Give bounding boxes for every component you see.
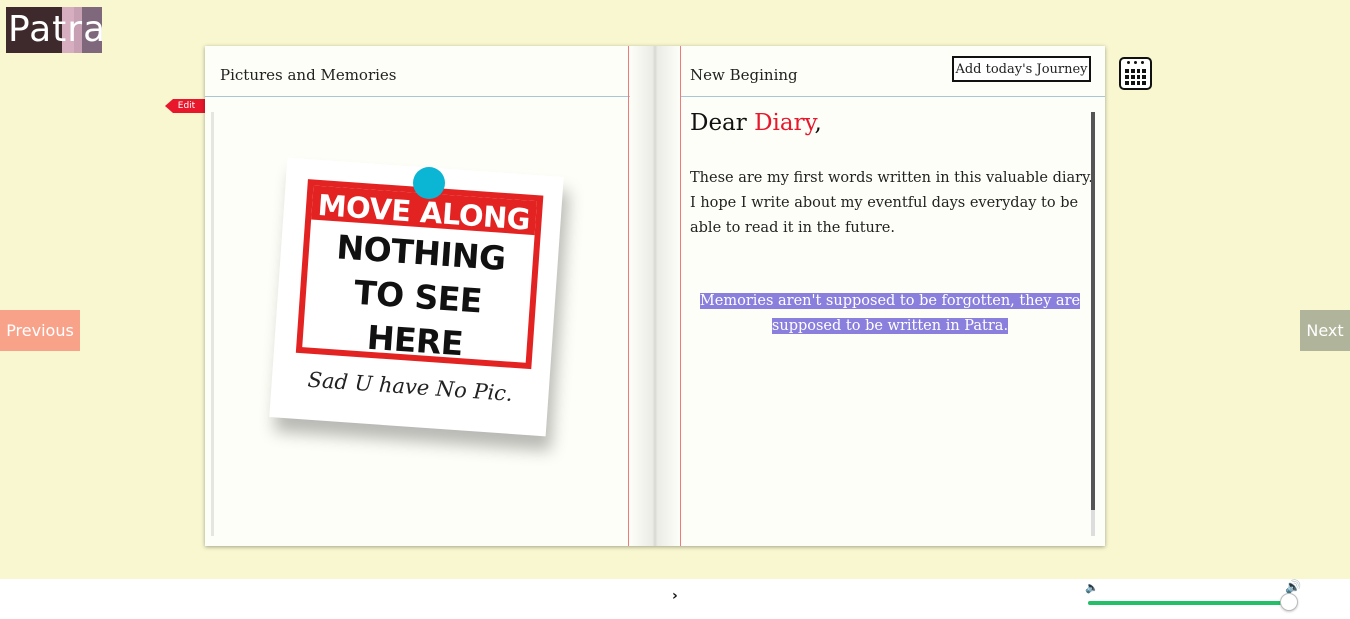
greeting: Dear Diary, — [690, 110, 822, 136]
sign-text: NOTHING TO SEE HERE — [302, 219, 535, 370]
calendar-grid — [1125, 69, 1146, 85]
left-page-scrollbar[interactable] — [211, 112, 214, 536]
greeting-suffix: , — [814, 110, 822, 136]
book-spine — [630, 46, 680, 546]
greeting-accent: Diary — [754, 110, 815, 136]
photo-caption: Sad U have No Pic. — [306, 367, 514, 406]
calendar-header — [1121, 59, 1150, 66]
greeting-prefix: Dear — [690, 110, 755, 136]
calendar-icon[interactable] — [1119, 57, 1152, 90]
logo-text: Patra — [8, 9, 102, 50]
left-page-title: Pictures and Memories — [220, 66, 397, 84]
audio-player-bar: › 🔈 🔊 — [0, 579, 1350, 619]
highlighted-quote: Memories aren't supposed to be forgotten… — [697, 289, 1083, 339]
volume-fill — [1088, 601, 1288, 605]
play-chevron-icon[interactable]: › — [672, 588, 678, 604]
previous-button[interactable]: Previous — [0, 310, 80, 351]
next-button[interactable]: Next — [1300, 310, 1350, 351]
volume-slider-thumb[interactable] — [1280, 593, 1298, 611]
right-page-title: New Begining — [690, 66, 798, 84]
quote-text: Memories aren't supposed to be forgotten… — [699, 293, 1081, 334]
pushpin-icon — [413, 167, 445, 199]
right-page-scroll-thumb[interactable] — [1091, 112, 1095, 510]
volume-low-icon: 🔈 — [1085, 581, 1099, 594]
left-margin-line — [628, 46, 629, 546]
diary-book: Pictures and Memories New Begining Add t… — [205, 46, 1105, 546]
volume-slider[interactable] — [1088, 601, 1288, 605]
diary-entry-text[interactable]: These are my first words written in this… — [690, 166, 1094, 241]
add-journey-button[interactable]: Add today's Journey — [952, 56, 1091, 82]
placeholder-sign: MOVE ALONG NOTHING TO SEE HERE — [295, 179, 544, 370]
photo-note: MOVE ALONG NOTHING TO SEE HERE Sad U hav… — [269, 157, 564, 437]
right-margin-line — [680, 46, 681, 546]
app-logo[interactable]: Patra — [6, 7, 102, 53]
edit-button[interactable]: Edit — [165, 99, 205, 113]
